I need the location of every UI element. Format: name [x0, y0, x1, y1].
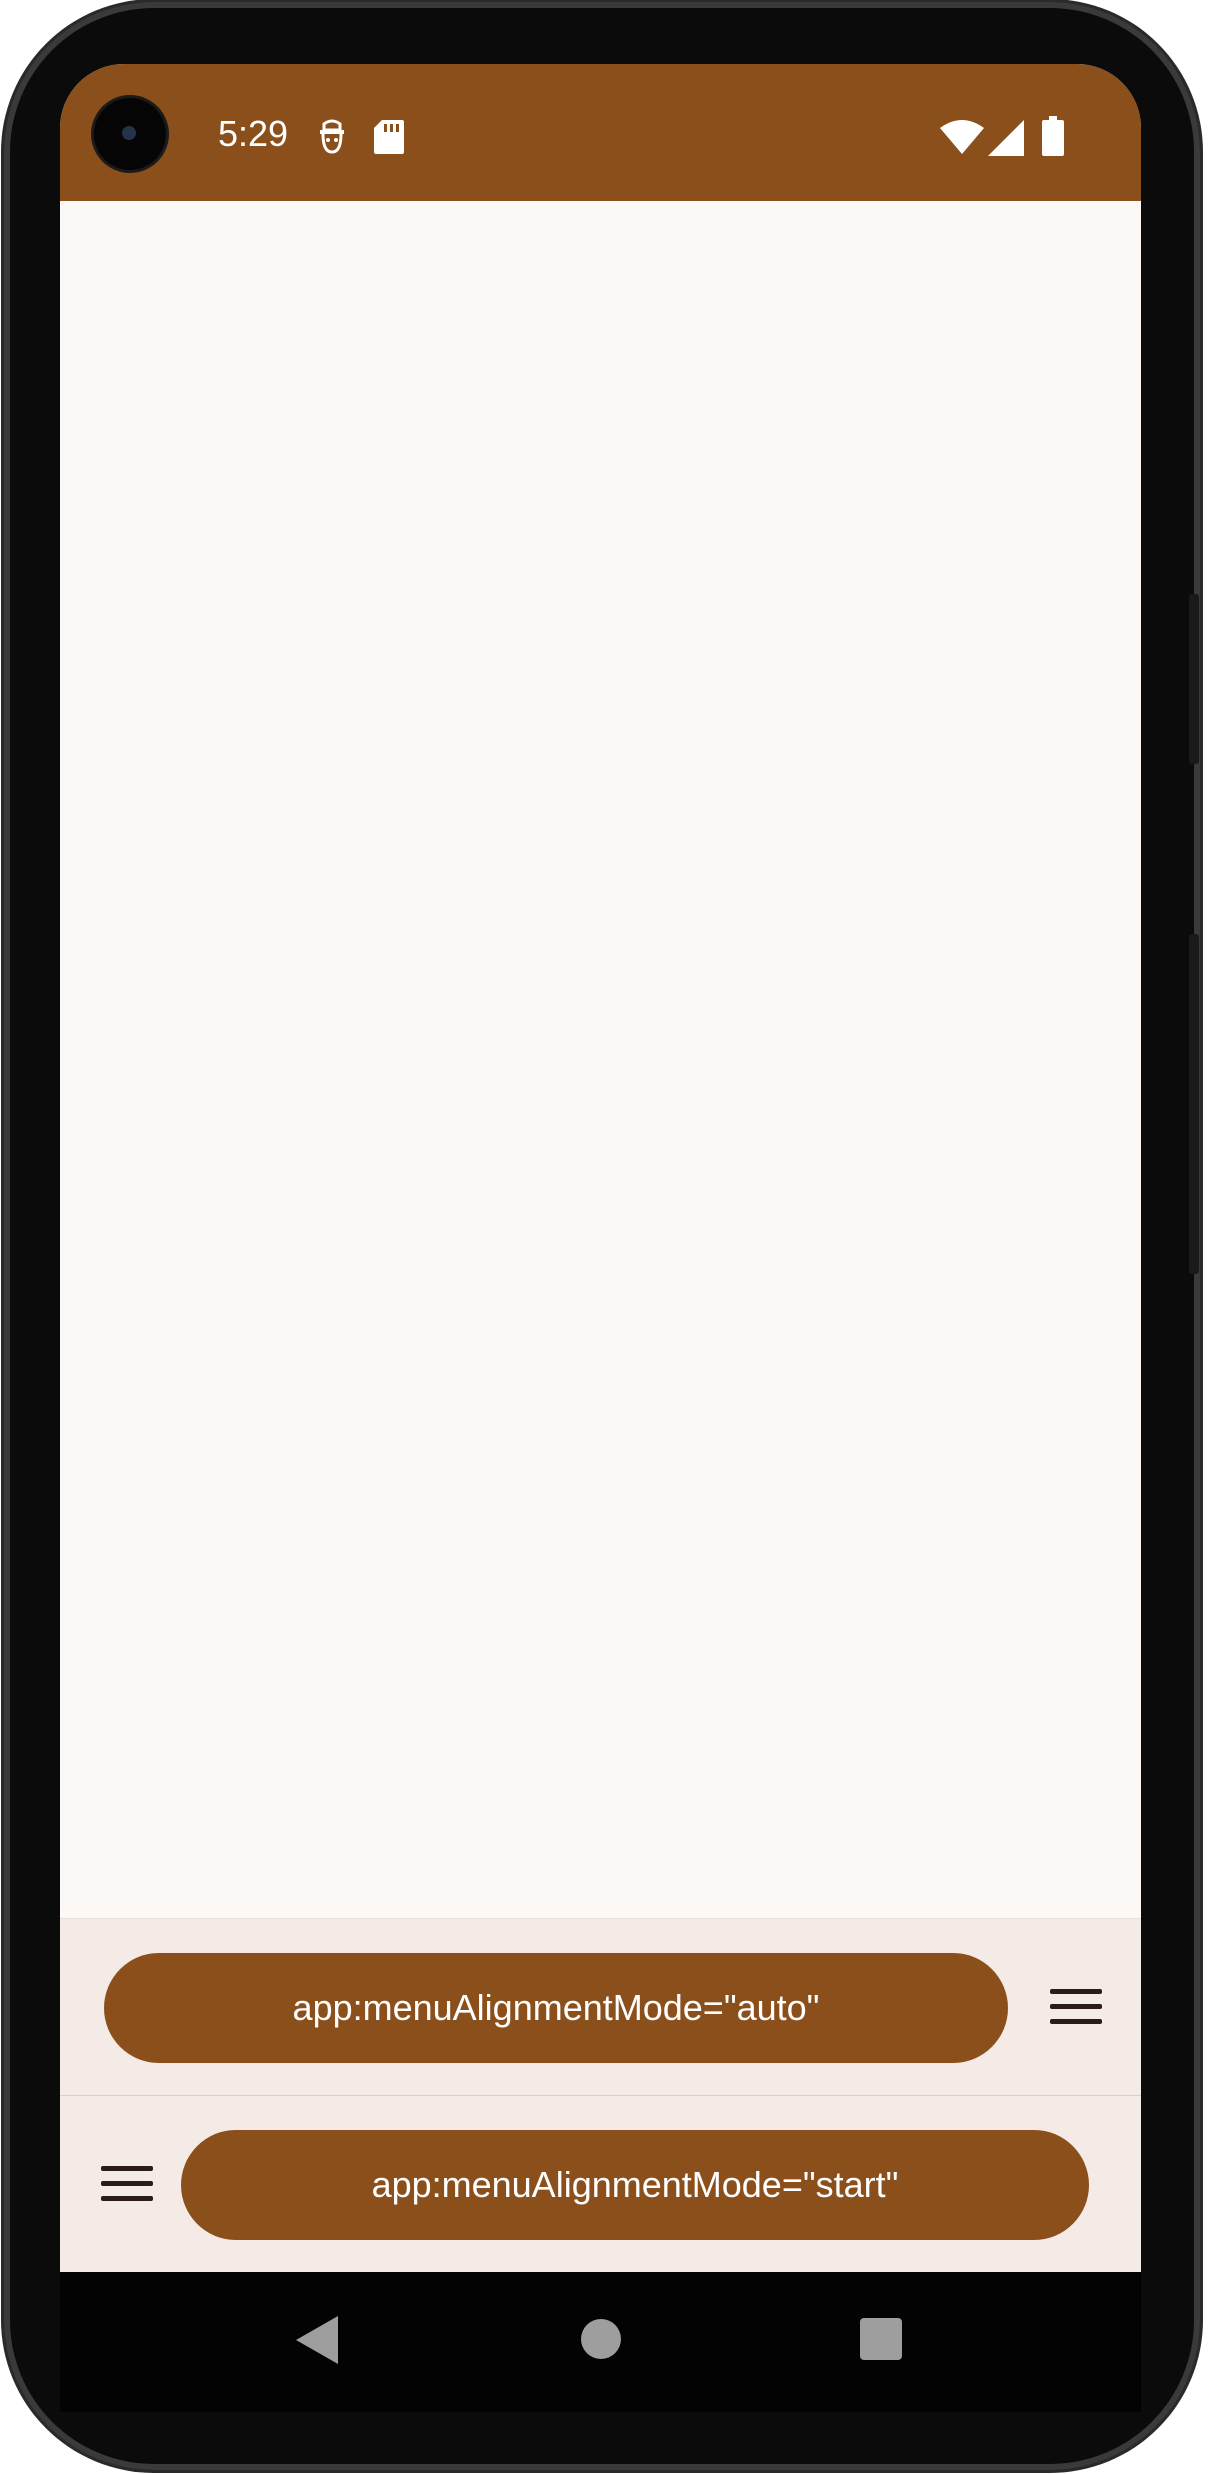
recents-square-icon[interactable]	[860, 2318, 902, 2360]
face-notification-icon	[320, 119, 344, 154]
status-bar: 5:29	[60, 64, 1141, 201]
sd-card-icon	[374, 120, 404, 154]
menu-alignment-start-button[interactable]: app:menuAlignmentMode="start"	[181, 2130, 1089, 2240]
content-area	[60, 201, 1141, 1983]
back-triangle-icon[interactable]	[296, 2316, 338, 2364]
home-circle-icon[interactable]	[580, 2318, 622, 2360]
battery-icon	[1042, 116, 1064, 156]
power-button	[1189, 594, 1199, 764]
front-camera	[94, 98, 166, 170]
system-navigation-bar	[60, 2272, 1141, 2412]
status-time: 5:29	[218, 113, 289, 154]
volume-button	[1189, 934, 1199, 1274]
hamburger-menu-icon[interactable]	[101, 2166, 153, 2202]
screen: 5:29 app:menuAlignmentMode="auto" app:me…	[60, 64, 1141, 2272]
wifi-icon	[940, 120, 984, 154]
cell-signal-icon	[988, 120, 1024, 156]
menu-alignment-auto-button[interactable]: app:menuAlignmentMode="auto"	[104, 1953, 1008, 2063]
hamburger-menu-icon[interactable]	[1050, 1989, 1102, 2025]
